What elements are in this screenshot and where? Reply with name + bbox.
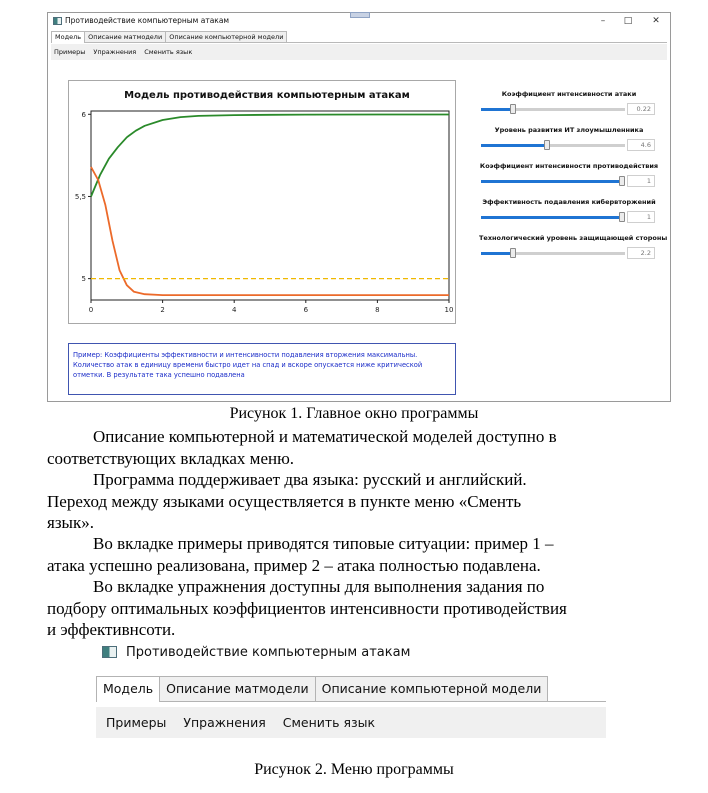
paragraph-line: соответствующих вкладках меню. [47,448,295,468]
menu-bar: Примеры Упражнения Сменить язык [96,707,606,738]
slider-fill [481,216,625,219]
menu-examples[interactable]: Примеры [106,715,166,730]
paragraph-line: атака успешно реализована, пример 2 – ат… [47,555,541,575]
x-tick-label: 8 [375,306,379,314]
maximize-icon[interactable]: □ [621,15,635,27]
paragraph-line: Описание компьютерной и математической м… [93,427,557,446]
example-note-text: Пример: Коэффициенты эффективности и инт… [73,351,423,379]
slider-fill [481,180,625,183]
window-title: Противодействие компьютерным атакам [65,16,230,25]
slider-value-field[interactable]: 4.6 [627,139,655,151]
chart-panel: Модель противодействия компьютерным атак… [68,80,456,324]
x-tick-label: 4 [232,306,237,314]
paragraph-line: подбору оптимальных коэффициентов интенс… [47,598,567,618]
x-tick-label: 0 [89,306,93,314]
tab-model[interactable]: Модель [51,31,86,43]
slider-value-field[interactable]: 1 [627,211,655,223]
slider-thumb[interactable] [544,140,551,150]
y-tick-label: 6 [82,111,87,119]
figure-1-caption: Рисунок 1. Главное окно программы [229,405,479,422]
chart-svg: Модель противодействия компьютерным атак… [75,90,454,314]
tab-strip: Модель Описание матмодели Описание компь… [96,676,549,702]
menu-bar: Примеры Упражнения Сменить язык [51,44,667,60]
app-icon [53,17,62,25]
x-tick-label: 10 [445,306,454,314]
paragraph-line: Переход между языками осуществляется в п… [47,491,522,511]
slider-label: Коэффициент интенсивности атаки [501,90,637,98]
app-icon [102,646,117,658]
plot-area-frame [90,110,450,301]
tab-divider [51,42,667,43]
slider-fill [481,252,513,255]
slider-thumb[interactable] [619,176,625,186]
paragraph-line: язык». [47,513,94,532]
slider-label: Уровень развития ИТ злоумышленника [494,126,644,134]
example-note-box: Пример: Коэффициенты эффективности и инт… [68,343,456,395]
slider-control: Технологический уровень защищающей сторо… [479,234,668,264]
paragraph-line: Программа поддерживает два языка: русски… [93,470,527,489]
tab-divider [96,701,606,702]
paragraph-line: и эффективнсоти. [47,620,176,639]
figure-2-caption: Рисунок 2. Меню программы [254,761,454,778]
paragraph-line: Во вкладке упражнения доступны для выпол… [93,577,545,596]
menu-change-language[interactable]: Сменить язык [283,715,375,730]
tab-computer-model[interactable]: Описание компьютерной модели [314,676,549,702]
y-tick-label: 5 [82,275,86,283]
minimize-icon[interactable]: – [596,15,610,27]
paragraph-2: Программа поддерживает два языка: русски… [47,469,667,534]
slider-fill [481,144,548,147]
menu-change-language[interactable]: Сменить язык [144,48,192,56]
slider-track[interactable] [481,104,625,114]
slider-track[interactable] [481,212,625,222]
chart-title: Модель противодействия компьютерным атак… [124,90,410,101]
menu-exercises[interactable]: Упражнения [183,715,265,730]
slider-track[interactable] [481,176,625,186]
tab-math-model[interactable]: Описание матмодели [159,676,316,702]
slider-fill [481,108,513,111]
menu-examples[interactable]: Примеры [54,48,85,56]
paragraph-3: Во вкладке примеры приводятся типовые си… [47,533,667,576]
slider-label: Технологический уровень защищающей сторо… [479,234,668,242]
title-bar: Противодействие компьютерным атакам – □ … [48,13,670,30]
x-tick-label: 2 [160,306,164,314]
slider-value-field[interactable]: 2.2 [627,247,655,259]
paragraph-4: Во вкладке упражнения доступны для выпол… [47,576,667,641]
y-tick-label: 5,5 [75,193,86,201]
series-line-1 [90,113,449,197]
slider-label: Эффективность подавления кибервторжений [482,198,656,206]
menu-exercises[interactable]: Упражнения [93,48,136,56]
slider-value-field[interactable]: 0.22 [627,103,655,115]
slider-control: Коэффициент интенсивности противодействи… [479,162,659,192]
paragraph-line: Во вкладке примеры приводятся типовые си… [93,534,554,553]
slider-control: Коэффициент интенсивности атаки 0.22 [479,90,659,120]
window-title: Противодействие компьютерным атакам [126,645,411,660]
slider-track[interactable] [481,248,625,258]
series-line-2 [90,166,449,296]
paragraph-1: Описание компьютерной и математической м… [47,426,667,469]
close-icon[interactable]: ✕ [649,15,663,27]
slider-track[interactable] [481,140,625,150]
tab-model[interactable]: Модель [96,676,161,702]
slider-label: Коэффициент интенсивности противодействи… [479,162,659,170]
slider-value-field[interactable]: 1 [627,175,655,187]
main-window-screenshot: Противодействие компьютерным атакам – □ … [47,12,671,402]
slider-thumb[interactable] [509,248,516,258]
slider-thumb[interactable] [619,212,625,222]
slider-control: Эффективность подавления кибервторжений 1 [479,198,659,228]
slider-control: Уровень развития ИТ злоумышленника 4.6 [479,126,659,156]
slider-thumb[interactable] [509,104,516,114]
x-tick-label: 6 [304,306,309,314]
